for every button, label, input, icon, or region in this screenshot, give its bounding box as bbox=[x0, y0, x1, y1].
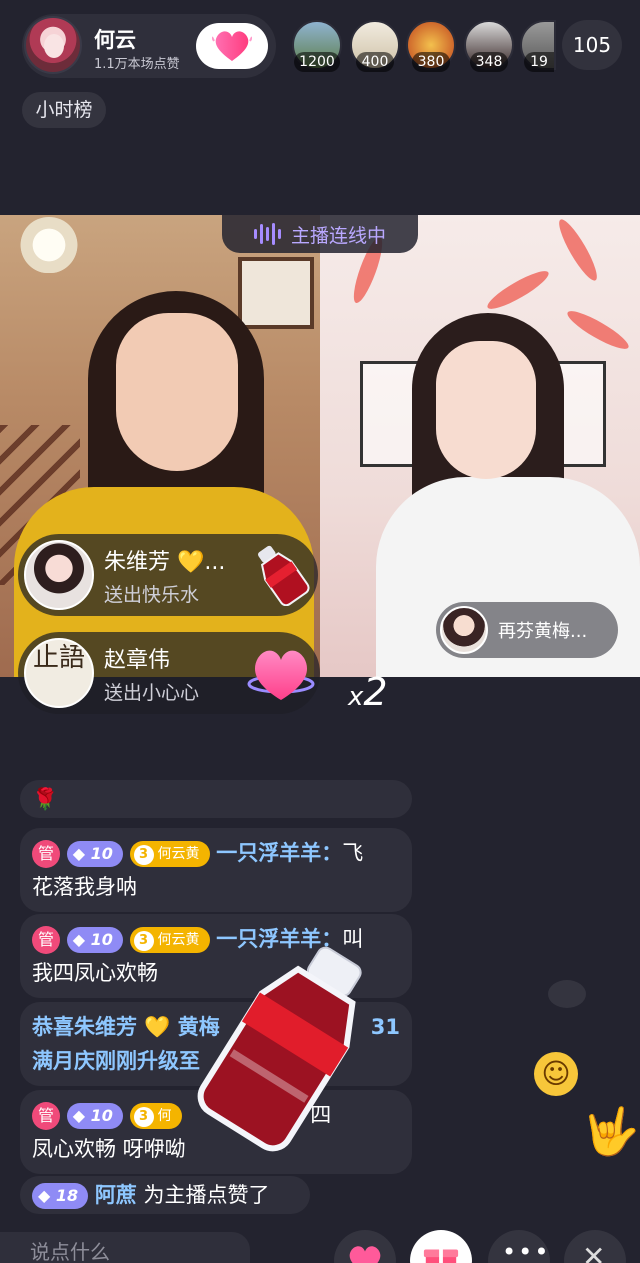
bottle-icon bbox=[257, 545, 310, 606]
gift-description: 送出小心心 bbox=[104, 682, 200, 704]
viewer-badge-3: 380 bbox=[412, 52, 450, 72]
heart-gift-icon bbox=[247, 650, 315, 700]
fan-badge: 3何 bbox=[129, 1103, 182, 1129]
close-icon: ✕ bbox=[582, 1240, 606, 1263]
floating-heart-icon bbox=[548, 980, 586, 1008]
guest-person-face bbox=[436, 341, 536, 479]
chat-text: 我四凤心欢畅 bbox=[32, 961, 158, 985]
host-name: 何云 bbox=[94, 28, 136, 52]
host-avatar[interactable] bbox=[24, 16, 82, 74]
feather-decoration bbox=[553, 215, 603, 285]
gift-description: 送出快乐水 bbox=[104, 584, 200, 606]
wall-frame bbox=[238, 257, 314, 329]
gift-icon bbox=[423, 1249, 459, 1263]
chat-text: 凤心欢畅 呀咿呦 bbox=[32, 1137, 186, 1161]
level-badge: ◆ 18 bbox=[32, 1183, 89, 1209]
host-person-face bbox=[116, 313, 238, 471]
soundwave-icon bbox=[253, 222, 281, 246]
gift-sender-name: 赵章伟 bbox=[104, 648, 171, 673]
gift-sender-name: 朱维芳 💛... bbox=[104, 550, 226, 575]
host-likes-count: 1.1万本场点赞 bbox=[94, 57, 180, 72]
hourly-rank-tag[interactable]: 小时榜 bbox=[22, 92, 106, 128]
fan-badge: 3 何云黄 bbox=[129, 841, 210, 867]
lamp-decoration bbox=[20, 217, 78, 273]
rock-hand-icon: 🤟 bbox=[582, 1104, 640, 1158]
level-badge: ◆ 10 bbox=[66, 927, 123, 953]
chat-input[interactable]: 说点什么 bbox=[0, 1232, 250, 1263]
like-button[interactable] bbox=[334, 1230, 396, 1263]
chat-username[interactable]: 阿蔗 bbox=[95, 1183, 137, 1207]
guest-name: 再芬黄梅... bbox=[498, 621, 588, 642]
viewer-badge-4: 348 bbox=[470, 52, 508, 72]
link-status-tag: 主播连线中 bbox=[222, 215, 418, 253]
laugh-emoji-icon: ☺ bbox=[534, 1052, 578, 1096]
admin-badge: 管 bbox=[32, 1102, 60, 1130]
link-status-label: 主播连线中 bbox=[290, 224, 386, 247]
admin-badge: 管 bbox=[32, 840, 60, 868]
level-badge: ◆ 10 bbox=[66, 1103, 123, 1129]
guest-avatar bbox=[440, 606, 488, 654]
viewer-badge-5: 19 bbox=[524, 52, 554, 72]
chat-username[interactable]: 一只浮羊羊： bbox=[216, 841, 342, 865]
heart-icon bbox=[212, 31, 252, 61]
chat-text: 飞 bbox=[342, 841, 364, 865]
system-text: 满月庆刚刚升级至 bbox=[32, 1049, 200, 1073]
gift-sender-avatar bbox=[24, 540, 94, 610]
rose-icon: 🌹 bbox=[32, 787, 59, 811]
chat-text: 花落我身呐 bbox=[32, 875, 137, 899]
chat-message[interactable]: 🌹 bbox=[20, 780, 412, 818]
bottle-gift-animation bbox=[197, 946, 362, 1152]
guest-name-tag[interactable]: 再芬黄梅... bbox=[436, 602, 618, 658]
viewer-badge-2: 400 bbox=[356, 52, 394, 72]
level-badge: ◆ 10 bbox=[66, 841, 123, 867]
viewer-count[interactable]: 105 bbox=[562, 20, 622, 70]
feather-decoration bbox=[563, 305, 633, 355]
chat-message[interactable]: 管 ◆ 10 3 何云黄 一只浮羊羊：飞 花落我身呐 bbox=[20, 828, 412, 912]
heart-icon bbox=[349, 1246, 381, 1263]
feather-decoration bbox=[483, 265, 553, 315]
viewer-badge-1: 1200 bbox=[294, 52, 340, 72]
more-icon: ••• bbox=[502, 1238, 551, 1263]
gift-combo-count: x2 bbox=[348, 670, 388, 714]
follow-heart-button[interactable] bbox=[196, 23, 268, 69]
gift-button[interactable] bbox=[410, 1230, 472, 1263]
admin-badge: 管 bbox=[32, 926, 60, 954]
more-button[interactable]: ••• bbox=[488, 1230, 550, 1263]
gift-sender-avatar: 止語 bbox=[24, 638, 94, 708]
close-button[interactable]: ✕ bbox=[564, 1230, 626, 1263]
